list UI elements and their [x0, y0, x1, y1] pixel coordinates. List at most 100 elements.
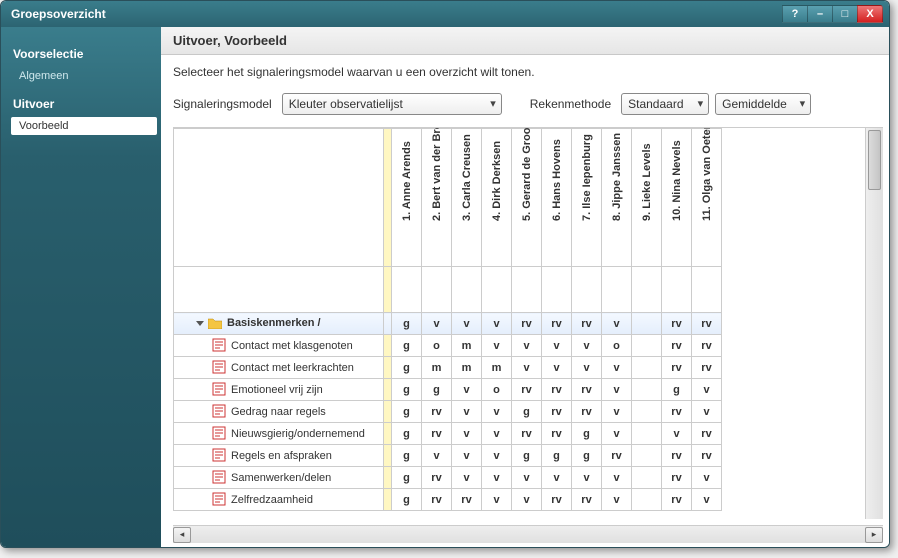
- data-cell[interactable]: rv: [692, 445, 722, 467]
- sidebar-item-algemeen[interactable]: Algemeen: [11, 67, 157, 85]
- data-cell[interactable]: g: [392, 423, 422, 445]
- row-label[interactable]: Zelfredzaamheid: [174, 489, 384, 511]
- data-cell[interactable]: v: [512, 467, 542, 489]
- signaleringsmodel-select[interactable]: Kleuter observatielijst: [282, 93, 502, 115]
- data-cell[interactable]: v: [452, 423, 482, 445]
- data-cell[interactable]: rv: [692, 357, 722, 379]
- data-cell[interactable]: v: [452, 379, 482, 401]
- data-cell[interactable]: v: [512, 335, 542, 357]
- column-header[interactable]: 11. Olga van Oeteren: [692, 129, 722, 267]
- data-cell[interactable]: g: [392, 489, 422, 511]
- group-cell[interactable]: rv: [572, 313, 602, 335]
- column-header[interactable]: 5. Gerard de Groot: [512, 129, 542, 267]
- data-cell[interactable]: v: [452, 401, 482, 423]
- data-cell[interactable]: g: [392, 357, 422, 379]
- data-cell[interactable]: rv: [542, 401, 572, 423]
- data-cell[interactable]: [632, 335, 662, 357]
- data-cell[interactable]: v: [572, 467, 602, 489]
- data-cell[interactable]: m: [452, 357, 482, 379]
- data-cell[interactable]: rv: [692, 335, 722, 357]
- data-cell[interactable]: rv: [572, 489, 602, 511]
- data-cell[interactable]: v: [512, 357, 542, 379]
- sidebar-item-voorbeeld[interactable]: Voorbeeld: [11, 117, 157, 135]
- data-cell[interactable]: m: [422, 357, 452, 379]
- group-row-basiskenmerken[interactable]: Basiskenmerken /: [174, 313, 384, 335]
- help-button[interactable]: ?: [782, 5, 808, 23]
- row-label[interactable]: Regels en afspraken: [174, 445, 384, 467]
- data-cell[interactable]: g: [392, 467, 422, 489]
- column-header[interactable]: 6. Hans Hovens: [542, 129, 572, 267]
- column-header[interactable]: 4. Dirk Derksen: [482, 129, 512, 267]
- scroll-left-button[interactable]: ◂: [173, 527, 191, 543]
- group-cell[interactable]: [632, 313, 662, 335]
- data-cell[interactable]: g: [572, 423, 602, 445]
- group-cell[interactable]: v: [452, 313, 482, 335]
- data-cell[interactable]: rv: [512, 379, 542, 401]
- data-cell[interactable]: rv: [422, 489, 452, 511]
- data-cell[interactable]: v: [602, 423, 632, 445]
- group-cell[interactable]: rv: [542, 313, 572, 335]
- data-cell[interactable]: v: [452, 445, 482, 467]
- data-cell[interactable]: v: [482, 423, 512, 445]
- data-cell[interactable]: v: [422, 445, 452, 467]
- data-cell[interactable]: g: [542, 445, 572, 467]
- data-cell[interactable]: rv: [602, 445, 632, 467]
- group-cell[interactable]: rv: [512, 313, 542, 335]
- data-cell[interactable]: o: [602, 335, 632, 357]
- data-cell[interactable]: v: [542, 467, 572, 489]
- data-cell[interactable]: g: [422, 379, 452, 401]
- group-cell[interactable]: rv: [662, 313, 692, 335]
- data-cell[interactable]: v: [602, 489, 632, 511]
- column-header[interactable]: 8. Jippe Janssen: [602, 129, 632, 267]
- data-cell[interactable]: g: [662, 379, 692, 401]
- data-cell[interactable]: m: [482, 357, 512, 379]
- data-cell[interactable]: [632, 467, 662, 489]
- data-cell[interactable]: rv: [572, 401, 602, 423]
- rekenmethode-select-1[interactable]: Standaard: [621, 93, 709, 115]
- close-button[interactable]: X: [857, 5, 883, 23]
- data-cell[interactable]: rv: [542, 423, 572, 445]
- data-cell[interactable]: rv: [662, 335, 692, 357]
- data-cell[interactable]: o: [422, 335, 452, 357]
- minimize-button[interactable]: –: [807, 5, 833, 23]
- vertical-scrollbar[interactable]: [865, 128, 883, 519]
- column-header[interactable]: 1. Anne Arends: [392, 129, 422, 267]
- data-cell[interactable]: rv: [662, 467, 692, 489]
- data-cell[interactable]: [632, 379, 662, 401]
- data-cell[interactable]: rv: [572, 379, 602, 401]
- data-cell[interactable]: [632, 357, 662, 379]
- data-cell[interactable]: g: [392, 379, 422, 401]
- data-cell[interactable]: v: [692, 401, 722, 423]
- data-cell[interactable]: v: [692, 379, 722, 401]
- data-cell[interactable]: rv: [542, 489, 572, 511]
- row-label[interactable]: Samenwerken/delen: [174, 467, 384, 489]
- scrollbar-thumb[interactable]: [868, 130, 881, 190]
- data-cell[interactable]: v: [542, 335, 572, 357]
- data-cell[interactable]: m: [452, 335, 482, 357]
- data-cell[interactable]: v: [452, 467, 482, 489]
- row-label[interactable]: Emotioneel vrij zijn: [174, 379, 384, 401]
- data-cell[interactable]: rv: [662, 357, 692, 379]
- data-cell[interactable]: [632, 423, 662, 445]
- data-cell[interactable]: v: [572, 357, 602, 379]
- data-cell[interactable]: v: [482, 467, 512, 489]
- data-cell[interactable]: rv: [662, 445, 692, 467]
- data-cell[interactable]: o: [482, 379, 512, 401]
- data-cell[interactable]: v: [692, 467, 722, 489]
- data-cell[interactable]: rv: [422, 467, 452, 489]
- group-cell[interactable]: rv: [692, 313, 722, 335]
- row-label[interactable]: Contact met leerkrachten: [174, 357, 384, 379]
- data-cell[interactable]: v: [602, 357, 632, 379]
- row-label[interactable]: Nieuwsgierig/ondernemend: [174, 423, 384, 445]
- data-cell[interactable]: rv: [422, 401, 452, 423]
- data-cell[interactable]: v: [602, 379, 632, 401]
- data-cell[interactable]: rv: [542, 379, 572, 401]
- data-cell[interactable]: rv: [452, 489, 482, 511]
- data-cell[interactable]: v: [482, 445, 512, 467]
- data-cell[interactable]: [632, 489, 662, 511]
- data-cell[interactable]: v: [482, 401, 512, 423]
- horizontal-scrollbar[interactable]: ◂ ▸: [173, 525, 883, 543]
- data-cell[interactable]: rv: [692, 423, 722, 445]
- group-cell[interactable]: v: [422, 313, 452, 335]
- data-cell[interactable]: g: [392, 401, 422, 423]
